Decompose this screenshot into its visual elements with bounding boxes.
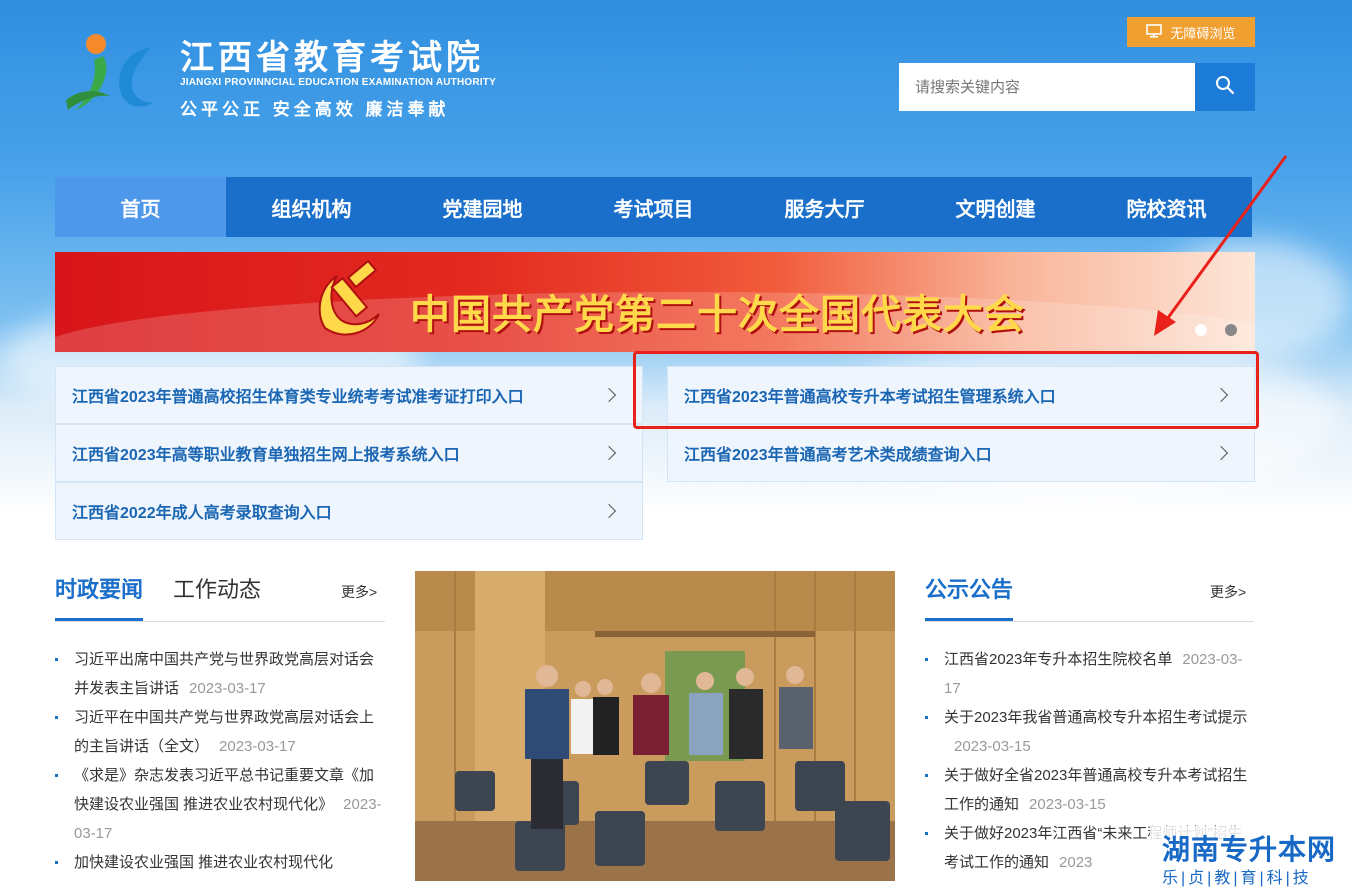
news-item[interactable]: 《求是》杂志发表习近平总书记重要文章《加快建设农业强国 推进农业农村现代化》 20… — [55, 761, 385, 848]
quick-link-sports-admission-ticket[interactable]: 江西省2023年普通高校招生体育类专业统考考试准考证打印入口 — [55, 366, 643, 424]
nav-item-civilization[interactable]: 文明创建 — [910, 177, 1081, 237]
news-item[interactable]: 习近平在中国共产党与世界政党高层对话会上的主旨讲话（全文） 2023-03-17 — [55, 703, 385, 761]
quick-link-adult-exam-admission[interactable]: 江西省2022年成人高考录取查询入口 — [55, 482, 643, 540]
monitor-icon — [1146, 23, 1163, 41]
quick-link-label: 江西省2023年普通高考艺术类成绩查询入口 — [684, 447, 992, 464]
chevron-right-icon — [1213, 445, 1229, 461]
news-date: 2023-03-17 — [219, 738, 296, 755]
news-photo[interactable] — [415, 571, 895, 881]
party-emblem-icon — [305, 258, 395, 352]
chevron-right-icon — [601, 387, 617, 403]
notice-item[interactable]: 关于做好全省2023年普通高校专升本考试招生工作的通知 2023-03-15 — [925, 761, 1254, 819]
site-motto: 公平公正 安全高效 廉洁奉献 — [180, 100, 450, 119]
banner-carousel[interactable]: 中国共产党第二十次全国代表大会 — [55, 252, 1255, 352]
banner-title: 中国共产党第二十次全国代表大会 — [410, 293, 1025, 337]
search-icon — [1215, 75, 1235, 100]
chevron-right-icon — [601, 445, 617, 461]
nav-item-organization[interactable]: 组织机构 — [226, 177, 397, 237]
watermark: 湖南专升本网 乐|贞|教|育|科|技 — [1150, 826, 1352, 887]
notice-date: 2023-03-15 — [954, 738, 1031, 755]
notice-date: 2023-03-15 — [1029, 796, 1106, 813]
chevron-right-icon — [601, 503, 617, 519]
accessibility-button[interactable]: 无障碍浏览 — [1127, 17, 1255, 47]
notice-title: 江西省2023年专升本招生院校名单 — [944, 651, 1173, 668]
search-input[interactable] — [899, 63, 1195, 111]
quick-link-label: 江西省2022年成人高考录取查询入口 — [72, 505, 332, 522]
site-logo[interactable] — [58, 30, 158, 120]
main-nav: 首页 组织机构 党建园地 考试项目 服务大厅 文明创建 院校资讯 — [55, 177, 1252, 237]
news-date: 2023-03-17 — [189, 680, 266, 697]
accessibility-label: 无障碍浏览 — [1170, 25, 1236, 41]
tab-current-affairs[interactable]: 时政要闻 — [55, 572, 143, 604]
news-more-link[interactable]: 更多> — [341, 582, 377, 602]
nav-item-home[interactable]: 首页 — [55, 177, 226, 237]
nav-item-service-hall[interactable]: 服务大厅 — [739, 177, 910, 237]
news-title: 《求是》杂志发表习近平总书记重要文章《加快建设农业强国 推进农业农村现代化》 — [74, 767, 375, 813]
tab-active-indicator — [55, 618, 143, 621]
notice-date: 2023 — [1059, 854, 1093, 871]
nav-item-party-building[interactable]: 党建园地 — [397, 177, 568, 237]
quick-link-label: 江西省2023年普通高校招生体育类专业统考考试准考证打印入口 — [72, 389, 524, 406]
quick-link-vocational-registration[interactable]: 江西省2023年高等职业教育单独招生网上报考系统入口 — [55, 424, 643, 482]
annotation-highlight-box — [633, 351, 1259, 429]
news-title: 加快建设农业强国 推进农业农村现代化 — [74, 854, 334, 871]
tab-active-indicator — [925, 618, 1013, 621]
quick-link-art-score-query[interactable]: 江西省2023年普通高考艺术类成绩查询入口 — [667, 424, 1255, 482]
site-title-english: JIANGXI PROVINNCIAL EDUCATION EXAMINATIO… — [180, 77, 496, 88]
quick-link-label: 江西省2023年高等职业教育单独招生网上报考系统入口 — [72, 447, 460, 464]
notice-title: 关于2023年我省普通高校专升本招生考试提示 — [944, 709, 1248, 726]
tab-work-updates[interactable]: 工作动态 — [173, 572, 261, 604]
news-item[interactable]: 加快建设农业强国 推进农业农村现代化 — [55, 848, 385, 877]
news-tabs: 时政要闻 工作动态 — [55, 570, 385, 622]
tab-public-notices[interactable]: 公示公告 — [925, 572, 1013, 604]
annotation-arrow-icon — [1154, 155, 1288, 336]
notice-item[interactable]: 江西省2023年专升本招生院校名单 2023-03-17 — [925, 645, 1254, 703]
notice-tabs: 公示公告 — [925, 570, 1254, 622]
site-title: 江西省教育考试院 — [180, 40, 484, 77]
notices-more-link[interactable]: 更多> — [1210, 582, 1246, 602]
nav-item-exam-projects[interactable]: 考试项目 — [568, 177, 739, 237]
watermark-subtitle: 乐|贞|教|育|科|技 — [1162, 870, 1312, 887]
search-button[interactable] — [1195, 63, 1255, 111]
notice-item[interactable]: 关于2023年我省普通高校专升本招生考试提示 2023-03-15 — [925, 703, 1254, 761]
news-list: 习近平出席中国共产党与世界政党高层对话会并发表主旨讲话 2023-03-17 习近… — [55, 645, 385, 877]
news-item[interactable]: 习近平出席中国共产党与世界政党高层对话会并发表主旨讲话 2023-03-17 — [55, 645, 385, 703]
watermark-title: 湖南专升本网 — [1162, 834, 1337, 865]
